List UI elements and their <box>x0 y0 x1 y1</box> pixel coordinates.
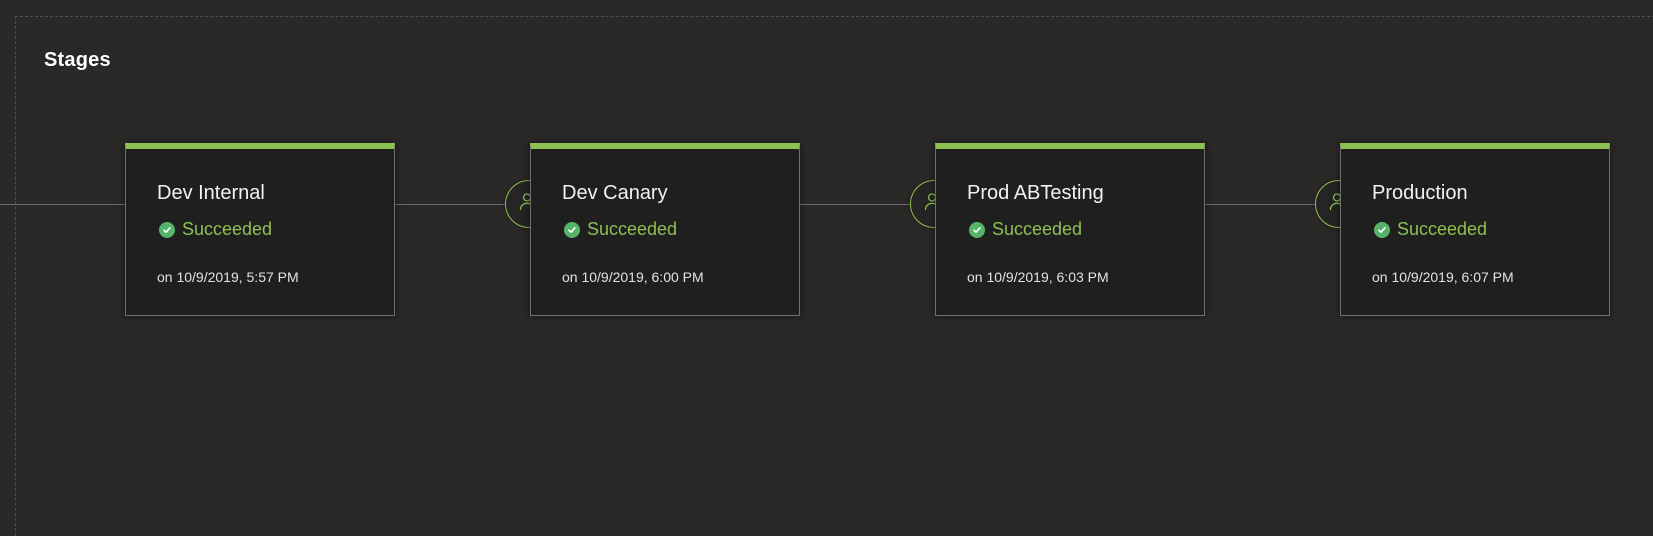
stage-card-dev-canary[interactable]: Dev Canary Succeeded on 10/9/2019, 6:00 … <box>530 143 800 316</box>
stage-card-production[interactable]: Production Succeeded on 10/9/2019, 6:07 … <box>1340 143 1610 316</box>
check-circle-icon <box>969 221 985 238</box>
stage-name: Dev Internal <box>157 182 265 204</box>
check-circle-icon <box>159 221 175 238</box>
stage-status-label: Succeeded <box>587 219 678 239</box>
stage-status-label: Succeeded <box>182 219 273 239</box>
stage-status-label: Succeeded <box>1397 219 1488 239</box>
stage-date: on 10/9/2019, 6:07 PM <box>1372 269 1514 285</box>
stage-card-dev-internal[interactable]: Dev Internal Succeeded on 10/9/2019, 5:5… <box>125 143 395 316</box>
connector-line <box>800 204 910 205</box>
stage-date: on 10/9/2019, 5:57 PM <box>157 269 299 285</box>
connector-line <box>395 204 505 205</box>
stage-name: Dev Canary <box>562 182 668 204</box>
stage-status: Succeeded <box>969 219 1082 240</box>
stage-status: Succeeded <box>564 219 677 240</box>
connector-line <box>0 204 125 205</box>
stage-date: on 10/9/2019, 6:03 PM <box>967 269 1109 285</box>
stage-status: Succeeded <box>159 219 272 240</box>
section-title: Stages <box>44 49 111 71</box>
stage-name: Prod ABTesting <box>967 182 1104 204</box>
check-circle-icon <box>564 221 580 238</box>
stage-status-label: Succeeded <box>992 219 1083 239</box>
stage-status: Succeeded <box>1374 219 1487 240</box>
stage-name: Production <box>1372 182 1468 204</box>
check-circle-icon <box>1374 221 1390 238</box>
connector-line <box>1205 204 1315 205</box>
stage-date: on 10/9/2019, 6:00 PM <box>562 269 704 285</box>
stage-card-prod-abtesting[interactable]: Prod ABTesting Succeeded on 10/9/2019, 6… <box>935 143 1205 316</box>
